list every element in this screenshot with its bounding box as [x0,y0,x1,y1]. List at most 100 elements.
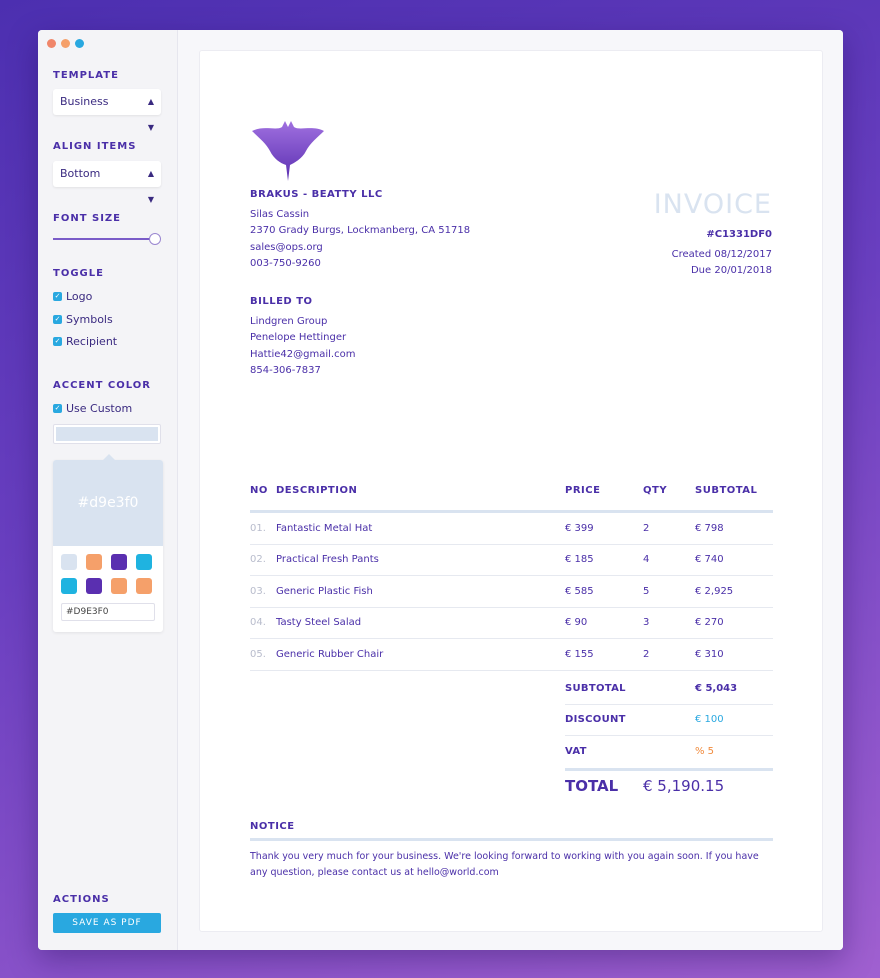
font-size-slider[interactable] [53,232,161,246]
item-subtotal: € 740 [695,554,724,566]
template-section-title: TEMPLATE [53,70,119,81]
item-no: 01. [250,522,266,534]
app-window: TEMPLATE Business ▲ ▼ ALIGN ITEMS Bottom … [38,30,843,950]
line-items-table: NO DESCRIPTION PRICE QTY SUBTOTAL 01. Fa… [250,485,773,795]
totals-block: SUBTOTAL € 5,043 DISCOUNT € 100 VAT % 5 … [565,673,773,802]
discount-label: DISCOUNT [565,714,626,726]
template-select[interactable]: Business ▲ ▼ [53,89,161,132]
item-price: € 155 [565,648,594,660]
vat-label: VAT [565,746,587,758]
table-row: 03. Generic Plastic Fish € 585 5 € 2,925 [250,576,773,608]
settings-sidebar: TEMPLATE Business ▲ ▼ ALIGN ITEMS Bottom … [38,30,178,950]
current-color-label: #d9e3f0 [77,495,139,511]
due-date: Due 20/01/2018 [690,265,772,276]
item-subtotal: € 2,925 [695,585,734,597]
table-row: 01. Fantastic Metal Hat € 399 2 € 798 [250,513,773,545]
color-swatch[interactable] [111,578,127,594]
created-date: Created 08/12/2017 [671,249,772,260]
select-arrows-icon: ▲ ▼ [147,97,154,132]
checkbox-checked-icon: ✓ [53,315,62,324]
total-row: TOTAL € 5,190.15 [565,767,773,802]
maximize-window-button[interactable] [75,39,84,48]
column-header-no: NO [250,485,268,496]
item-description: Tasty Steel Salad [276,617,362,629]
invoice-preview-area: BRAKUS - BEATTY LLC Silas Cassin 2370 Gr… [178,30,843,950]
item-description: Generic Plastic Fish [276,585,373,597]
table-header: NO DESCRIPTION PRICE QTY SUBTOTAL [250,485,773,513]
company-info: Silas Cassin 2370 Grady Burgs, Lockmanbe… [250,207,470,273]
vat-value: % 5 [695,746,715,758]
checkbox-label: Logo [66,290,93,303]
color-swatch[interactable] [111,554,127,570]
checkbox-checked-icon: ✓ [53,404,62,413]
notice-text: Thank you very much for your business. W… [250,851,759,879]
table-row: 04. Tasty Steel Salad € 90 3 € 270 [250,608,773,639]
item-no: 04. [250,617,266,629]
color-swatch[interactable] [136,578,152,594]
color-swatch[interactable] [61,578,77,594]
window-controls [47,39,84,48]
color-swatch[interactable] [61,554,77,570]
align-select[interactable]: Bottom ▲ ▼ [53,161,161,204]
vat-row: VAT % 5 [565,736,773,768]
hex-color-input[interactable]: #D9E3F0 [61,603,155,621]
toggle-section-title: TOGGLE [53,268,104,279]
use-custom-checkbox[interactable]: ✓ Use Custom [53,402,132,415]
item-qty: 2 [643,522,650,534]
column-header-price: PRICE [565,485,601,496]
item-subtotal: € 310 [695,648,724,660]
item-description: Fantastic Metal Hat [276,522,373,534]
invoice-number: #C1331DF0 [706,229,772,240]
actions-section-title: ACTIONS [53,894,110,905]
checkbox-label: Symbols [66,313,113,326]
column-header-subtotal: SUBTOTAL [695,485,758,496]
item-no: 02. [250,554,266,566]
item-qty: 4 [643,554,650,566]
accent-color-field[interactable] [53,424,161,444]
subtotal-row: SUBTOTAL € 5,043 [565,673,773,705]
item-description: Practical Fresh Pants [276,554,379,566]
color-swatch[interactable] [136,554,152,570]
slider-track [53,238,155,240]
item-description: Generic Rubber Chair [276,648,384,660]
checkbox-checked-icon: ✓ [53,337,62,346]
minimize-window-button[interactable] [61,39,70,48]
item-qty: 2 [643,648,650,660]
close-window-button[interactable] [47,39,56,48]
column-header-description: DESCRIPTION [276,485,358,496]
save-as-pdf-button[interactable]: SAVE AS PDF [53,913,161,933]
recipient-phone: 854-306-7837 [250,365,321,377]
toggle-recipient-checkbox[interactable]: ✓ Recipient [53,335,117,348]
table-row: 05. Generic Rubber Chair € 155 2 € 310 [250,639,773,671]
slider-handle[interactable] [149,233,161,245]
subtotal-label: SUBTOTAL [565,682,626,694]
item-subtotal: € 270 [695,617,724,629]
checkbox-label: Use Custom [66,402,133,415]
item-no: 05. [250,648,266,660]
align-select-value: Bottom [60,167,101,180]
company-name: BRAKUS - BEATTY LLC [250,189,383,200]
invoice-document: BRAKUS - BEATTY LLC Silas Cassin 2370 Gr… [199,50,823,932]
color-swatches [53,546,163,594]
item-no: 03. [250,585,266,597]
toggle-logo-checkbox[interactable]: ✓ Logo [53,290,92,303]
subtotal-value: € 5,043 [695,682,738,694]
billed-to-title: BILLED TO [250,296,313,307]
company-email: sales@ops.org [250,241,323,253]
discount-value: € 100 [695,714,724,726]
column-header-qty: QTY [643,485,668,496]
checkbox-label: Recipient [66,335,118,348]
color-swatch[interactable] [86,554,102,570]
recipient-info: Lindgren Group Penelope Hettinger Hattie… [250,314,355,380]
toggle-symbols-checkbox[interactable]: ✓ Symbols [53,313,113,326]
total-value: € 5,190.15 [643,777,725,795]
select-arrows-icon: ▲ ▼ [147,169,154,204]
total-label: TOTAL [565,777,619,795]
align-section-title: ALIGN ITEMS [53,141,137,152]
color-swatch[interactable] [86,578,102,594]
notice-divider [250,838,773,841]
recipient-company: Lindgren Group [250,316,328,327]
table-row: 02. Practical Fresh Pants € 185 4 € 740 [250,545,773,576]
manta-ray-logo-icon [252,121,324,181]
template-select-value: Business [60,95,109,108]
